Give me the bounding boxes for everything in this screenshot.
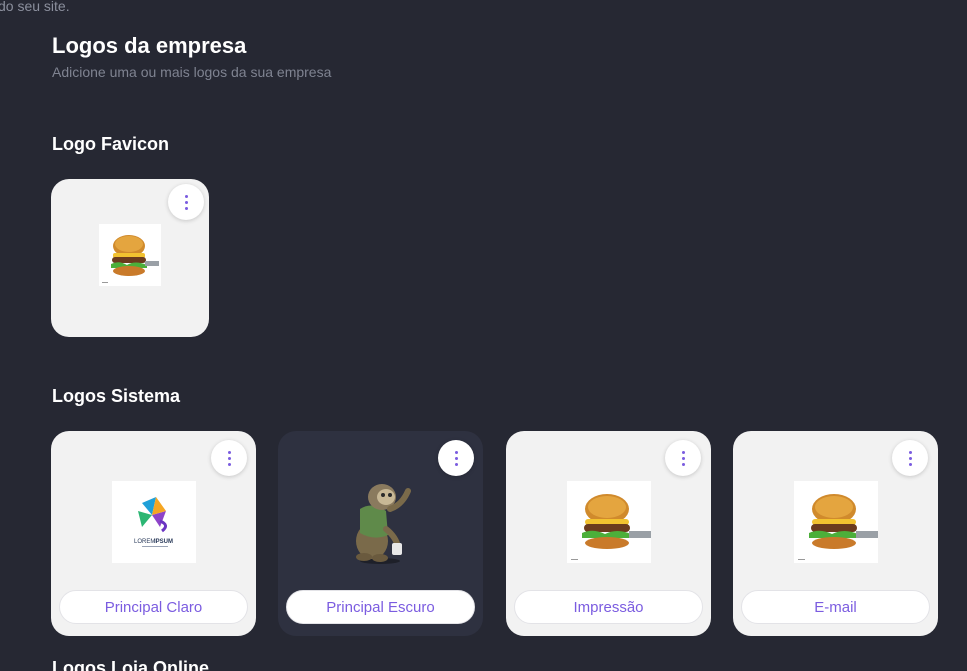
principal-claro-logo-image: LOREM IPSUM (112, 481, 196, 563)
impressao-menu-button[interactable] (665, 440, 701, 476)
page-intro-text: do seu site. (0, 0, 70, 14)
system-logo-card-impressao[interactable]: Impressão (506, 431, 711, 636)
impressao-logo-image (567, 481, 651, 563)
lorem-ipsum-logo-icon: LOREM IPSUM (112, 481, 196, 563)
principal-claro-menu-button[interactable] (211, 440, 247, 476)
system-logo-card-principal-escuro[interactable]: Principal Escuro (278, 431, 483, 636)
page: do seu site. Logos da empresa Adicione u… (0, 0, 967, 671)
email-label-button[interactable]: E-mail (741, 590, 930, 624)
vertical-ellipsis-icon (184, 194, 188, 198)
burger-image-icon (99, 224, 161, 286)
vertical-ellipsis-icon (454, 450, 458, 454)
vertical-ellipsis-icon (227, 450, 231, 454)
favicon-card[interactable] (51, 179, 209, 337)
system-logo-card-principal-claro[interactable]: LOREM IPSUM Principal Claro (51, 431, 256, 636)
favicon-menu-button[interactable] (168, 184, 204, 220)
email-menu-button[interactable] (892, 440, 928, 476)
vertical-ellipsis-icon (681, 450, 685, 454)
vertical-ellipsis-icon (908, 450, 912, 454)
principal-claro-label-button[interactable]: Principal Claro (59, 590, 248, 624)
email-logo-image (794, 481, 878, 563)
page-title: Logos da empresa (52, 33, 247, 58)
svg-text:IPSUM: IPSUM (154, 539, 173, 545)
impressao-label-button[interactable]: Impressão (514, 590, 703, 624)
burger-image-icon (567, 481, 651, 563)
sloth-character-image-icon (356, 484, 411, 564)
favicon-logo-image (99, 224, 161, 286)
page-subtitle: Adicione uma ou mais logos da sua empres… (52, 64, 332, 80)
favicon-section-title: Logo Favicon (52, 134, 169, 154)
burger-image-icon (794, 481, 878, 563)
section-header: Logos da empresa Adicione uma ou mais lo… (52, 32, 331, 81)
system-section-title: Logos Sistema (52, 386, 181, 406)
online-store-section-title: Logos Loja Online (52, 658, 209, 671)
principal-escuro-menu-button[interactable] (438, 440, 474, 476)
svg-text:LOREM: LOREM (134, 539, 155, 545)
principal-escuro-label-button[interactable]: Principal Escuro (286, 590, 475, 624)
principal-escuro-logo-image (338, 479, 422, 565)
system-logo-card-email[interactable]: E-mail (733, 431, 938, 636)
